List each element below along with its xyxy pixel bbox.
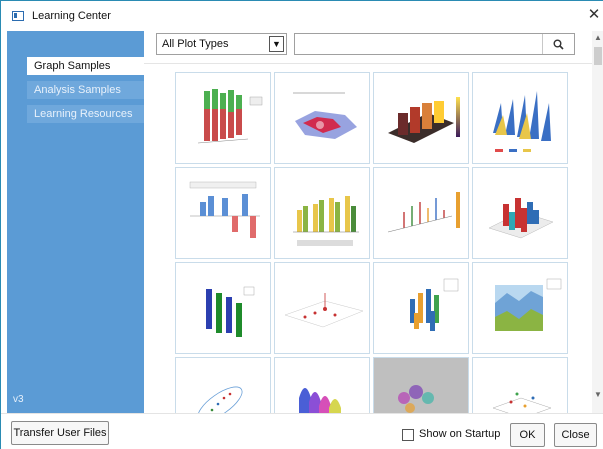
thumbnail-3d-grouped-bar[interactable]	[274, 167, 370, 259]
learning-center-window: Learning Center ✕ Graph Samples Analysis…	[0, 0, 603, 449]
sidebar-item-analysis-samples[interactable]: Analysis Samples	[27, 81, 147, 99]
thumbnail-3d-scatter-drop[interactable]	[274, 262, 370, 354]
title-bar: Learning Center ✕	[1, 1, 603, 31]
plot-type-select[interactable]: All Plot Types ▼	[156, 33, 287, 55]
thumbnail-3d-cone-columns[interactable]	[373, 262, 469, 354]
thumbnail-3d-surface-map[interactable]	[274, 72, 370, 164]
search-field[interactable]	[294, 33, 575, 55]
thumbnail-3d-bar-green-red[interactable]	[175, 72, 271, 164]
version-label: v3	[13, 394, 24, 405]
thumbnail-3d-waterfall[interactable]	[472, 72, 568, 164]
vertical-scrollbar[interactable]: ▲ ▼	[592, 31, 603, 413]
ok-button[interactable]: OK	[510, 423, 545, 447]
thumbnail-3d-point-cloud[interactable]	[373, 357, 469, 413]
toolbar-divider	[144, 63, 603, 64]
thumbnail-3d-cylinders[interactable]	[472, 167, 568, 259]
plot-type-select-value: All Plot Types	[162, 38, 229, 50]
app-window-icon	[12, 11, 24, 21]
graph-samples-grid	[175, 72, 569, 413]
scrollbar-thumb[interactable]	[594, 47, 602, 65]
main-panel: All Plot Types ▼ ▲ ▼	[144, 31, 603, 413]
search-button[interactable]	[542, 34, 574, 54]
search-icon	[553, 39, 564, 50]
sidebar-item-graph-samples[interactable]: Graph Samples	[27, 57, 147, 75]
thumbnail-3d-bar-surface[interactable]	[373, 72, 469, 164]
chevron-down-icon[interactable]: ▼	[269, 36, 284, 52]
sidebar-item-learning-resources[interactable]: Learning Resources	[27, 105, 147, 123]
show-on-startup-checkbox[interactable]	[402, 429, 414, 441]
thumbnail-3d-area-wall[interactable]	[472, 262, 568, 354]
window-title: Learning Center	[32, 10, 111, 22]
thumbnail-3d-ribbon-bars[interactable]	[175, 262, 271, 354]
transfer-user-files-button[interactable]: Transfer User Files	[11, 421, 109, 445]
scroll-up-icon[interactable]: ▲	[594, 33, 602, 42]
close-icon[interactable]: ✕	[587, 5, 601, 23]
thumbnail-3d-scatter-sticks[interactable]	[373, 167, 469, 259]
thumbnail-3d-ribbons[interactable]	[274, 357, 370, 413]
thumbnail-3d-ellipse-scatter[interactable]	[175, 357, 271, 413]
close-button[interactable]: Close	[554, 423, 597, 447]
show-on-startup-label: Show on Startup	[419, 428, 501, 440]
thumbnail-3d-vector-scatter[interactable]	[472, 357, 568, 413]
sidebar: Graph Samples Analysis Samples Learning …	[7, 31, 147, 413]
scroll-down-icon[interactable]: ▼	[594, 390, 602, 399]
thumbnail-3d-stacked-bar[interactable]	[175, 167, 271, 259]
footer-bar: Transfer User Files Show on Startup OK C…	[1, 413, 603, 449]
toolbar: All Plot Types ▼	[144, 31, 603, 61]
